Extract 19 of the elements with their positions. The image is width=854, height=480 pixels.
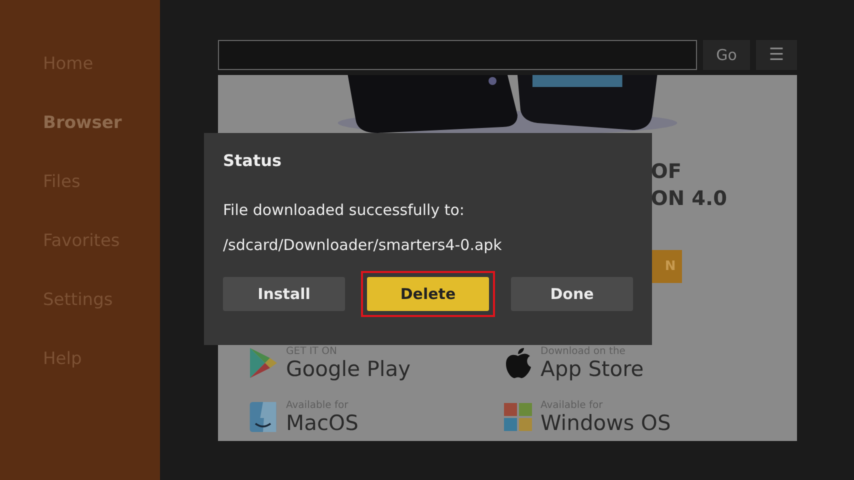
file-path: /sdcard/Downloader/smarters4-0.apk [223, 236, 503, 254]
store-name[interactable]: MacOS [286, 412, 358, 434]
page-heading: ON 4.0 [650, 185, 727, 212]
dialog-button[interactable]: Delete [367, 277, 489, 311]
play-triangle-icon [248, 347, 278, 379]
store-name[interactable]: Windows OS [540, 412, 671, 434]
dialog-button[interactable]: Install [223, 277, 345, 311]
menu-button[interactable]: ☰ [756, 40, 797, 70]
sidebar-item[interactable]: Browser [0, 109, 160, 168]
dialog-message: File downloaded successfully to: [223, 201, 466, 219]
smiling-face-icon [248, 401, 278, 433]
dialog-title: Status [223, 151, 283, 170]
store-name[interactable]: App Store [540, 358, 644, 380]
url-field[interactable] [218, 40, 697, 70]
dialog-button[interactable]: Done [511, 277, 633, 311]
go-button[interactable]: Go [703, 40, 750, 70]
four-squares-icon [502, 401, 532, 433]
store-name[interactable]: Google Play [286, 358, 411, 380]
page-heading: OF [650, 158, 682, 185]
